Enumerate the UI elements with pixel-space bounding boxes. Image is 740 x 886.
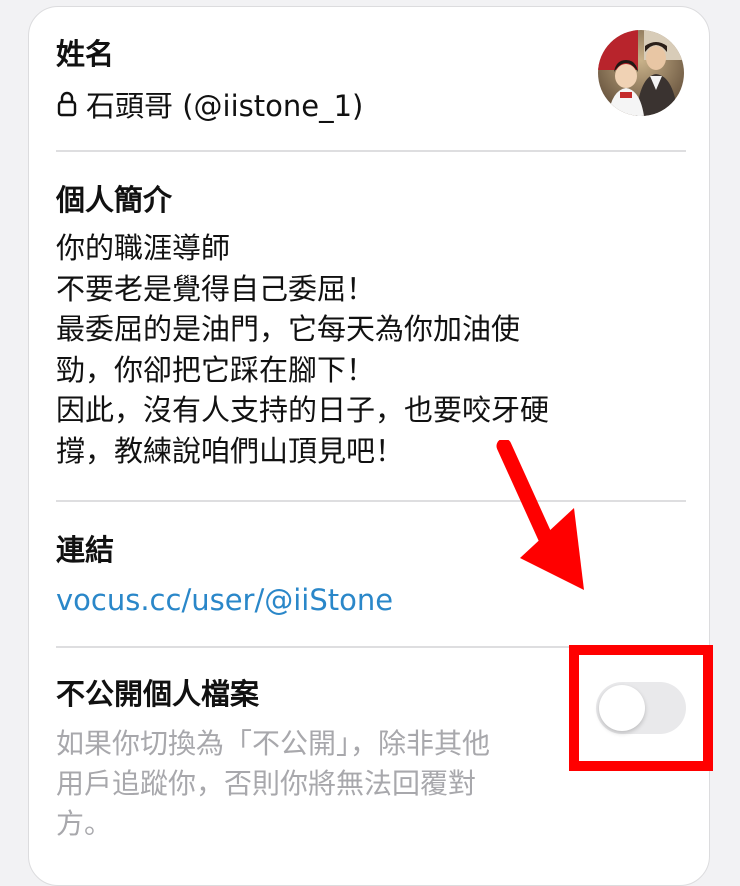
private-profile-description: 如果你切換為「不公開」，除非其他 用戶追蹤你，否則你將無法回覆對 方。 [56,724,596,844]
bio-line: 最委屈的是油門，它每天為你加油使 [56,312,521,346]
bio-line: 勁，你卻把它踩在腳下！ [56,352,376,387]
description-line: 方。 [56,807,113,840]
bio-section-title: 個人簡介 [56,183,173,217]
private-profile-title: 不公開個人檔案 [56,677,260,711]
bio-text[interactable]: 你的職涯導師 不要老是覺得自己委屈！ 最委屈的是油門，它每天為你加油使 勁，你卻… [56,228,549,471]
display-name: 石頭哥 (@iistone_1) [86,89,364,123]
annotation-highlight-box [569,645,713,771]
description-line: 用戶追蹤你，否則你將無法回覆對 [56,767,477,800]
links-section-title: 連結 [56,533,115,567]
name-row[interactable]: 石頭哥 (@iistone_1) [56,84,363,124]
divider [56,150,686,152]
bio-line: 因此，沒有人支持的日子，也要咬牙硬 [56,393,550,427]
avatar[interactable] [598,30,684,116]
bio-line: 不要老是覺得自己委屈！ [56,271,376,306]
bio-line: 撐，教練說咱們山頂見吧！ [56,433,405,468]
avatar-photo-icon [598,30,684,116]
lock-icon [57,91,77,117]
annotation-arrow-icon [496,440,584,590]
profile-link[interactable]: vocus.cc/user/@iiStone [56,580,393,620]
bio-line: 你的職涯導師 [56,231,231,265]
name-section-title: 姓名 [56,37,115,71]
description-line: 如果你切換為「不公開」，除非其他 [56,727,491,760]
